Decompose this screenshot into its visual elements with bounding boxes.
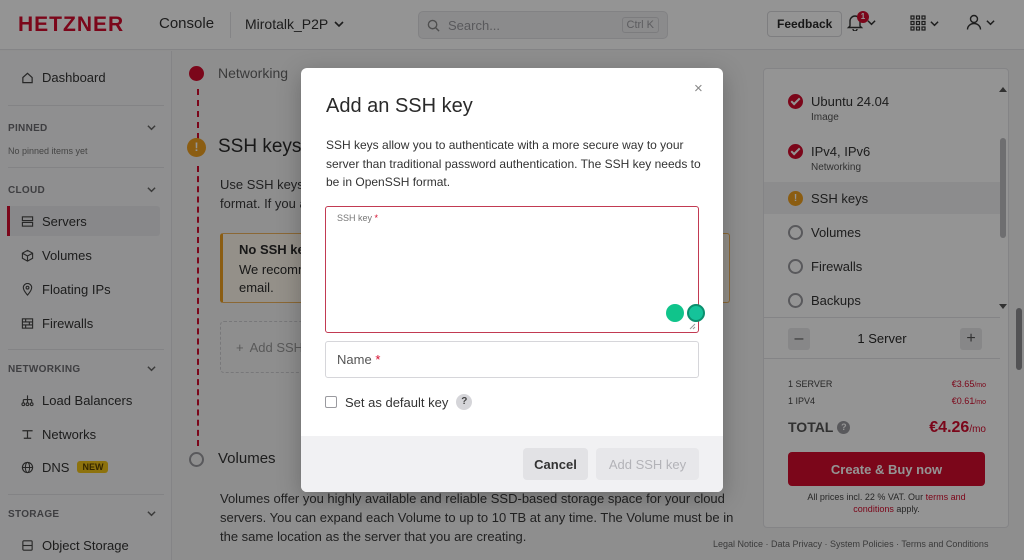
resize-handle-icon[interactable] (689, 323, 696, 330)
default-key-checkbox[interactable] (325, 396, 337, 408)
default-key-label[interactable]: Set as default key (345, 395, 448, 410)
dialog-title: Add an SSH key (326, 95, 473, 117)
field-label: SSH key (337, 213, 373, 223)
grammarly-suggestion-icon[interactable] (666, 304, 684, 322)
cancel-button[interactable]: Cancel (523, 448, 588, 480)
name-placeholder: Name (337, 352, 372, 367)
help-icon[interactable]: ? (456, 394, 473, 410)
ssh-key-label: SSH key * (337, 213, 378, 223)
add-ssh-key-button[interactable]: Add SSH key (596, 448, 699, 480)
default-key-row: Set as default key ? (325, 394, 473, 410)
dialog-footer: Cancel Add SSH key (301, 436, 723, 492)
name-input[interactable]: Name * (325, 341, 699, 378)
grammarly-widget[interactable] (666, 304, 705, 322)
required-mark: * (375, 352, 381, 367)
close-icon[interactable]: × (694, 80, 703, 97)
ssh-key-textarea[interactable]: SSH key * (325, 206, 705, 333)
add-ssh-key-dialog: × Add an SSH key SSH keys allow you to a… (301, 68, 723, 492)
dialog-description: SSH keys allow you to authenticate with … (326, 138, 701, 189)
grammarly-icon[interactable] (687, 304, 705, 322)
required-mark: * (374, 213, 379, 223)
